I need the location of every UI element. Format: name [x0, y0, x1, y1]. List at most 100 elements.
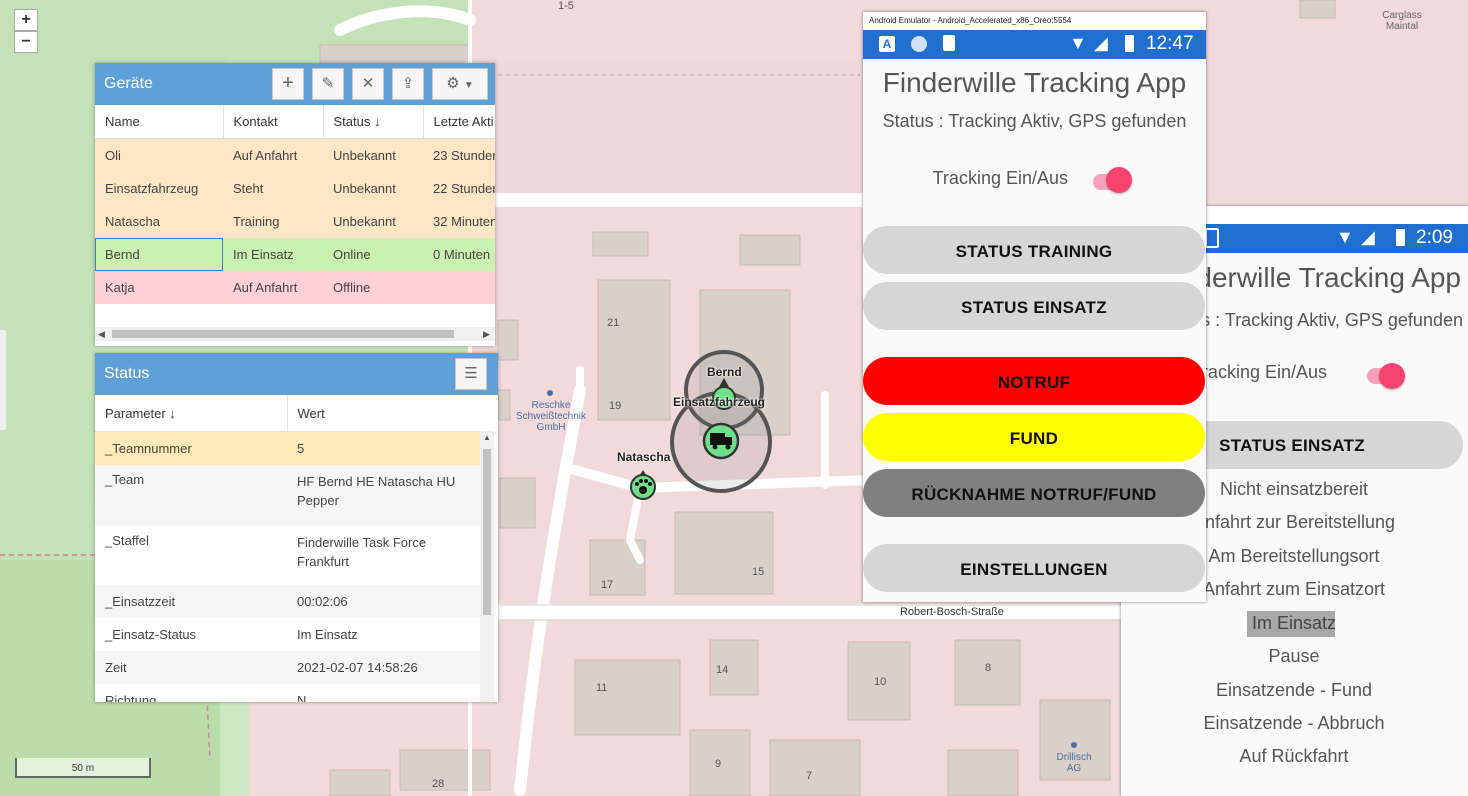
scroll-thumb[interactable] — [483, 449, 491, 615]
cell-letzte: 0 Minuten — [433, 247, 491, 262]
caret-down-icon: ▼ — [463, 80, 474, 91]
signal-icon: ◢ — [1094, 33, 1108, 53]
table-row-selected[interactable]: Bernd Im Einsatz Online 0 Minuten — [95, 238, 495, 271]
table-row[interactable]: Oli Auf Anfahrt Unbekannt 23 Stunden — [95, 138, 495, 172]
marker-label-einsatzfahrzeug[interactable]: Einsatzfahrzeug — [673, 395, 765, 409]
scroll-thumb[interactable] — [112, 330, 454, 338]
cell-wert: N — [297, 693, 307, 702]
keyboard-icon: A — [879, 36, 895, 52]
devices-horizontal-scrollbar[interactable]: ◀ ▶ — [95, 327, 495, 341]
column-header-parameter[interactable]: Parameter ↓ — [95, 395, 288, 432]
map-house-number: 7 — [806, 770, 813, 782]
scroll-left-icon[interactable]: ◀ — [98, 327, 105, 341]
status-table: Parameter ↓ Wert _Teamnummer 5 _Team HF Be… — [95, 395, 480, 702]
column-header-status[interactable]: Status ↓ — [323, 105, 424, 139]
table-row[interactable]: Katja Auf Anfahrt Offline — [95, 271, 495, 304]
cell-name: Katja — [105, 280, 135, 295]
scroll-right-icon[interactable]: ▶ — [483, 327, 490, 341]
column-header-kontakt[interactable]: Kontakt — [223, 105, 324, 139]
map-house-number: 17 — [601, 579, 614, 591]
option-auf-rueckfahrt[interactable]: Auf Rückfahrt — [1121, 746, 1467, 767]
poi-dot-icon — [547, 390, 553, 396]
cell-parameter: _Einsatz-Status — [105, 627, 197, 642]
cell-letzte: 22 Stunden — [433, 181, 495, 196]
cell-kontakt: Steht — [233, 181, 264, 196]
table-row[interactable]: _Einsatzzeit 00:02:06 — [95, 585, 480, 618]
cell-wert: HF Bernd HE Natascha HU Pepper — [297, 474, 456, 508]
android-emulator-1: Android Emulator - Android_Accelerated_x… — [863, 12, 1206, 602]
upload-button[interactable]: ⇪ — [392, 68, 424, 100]
zoom-out-button[interactable]: − — [14, 31, 38, 53]
column-header-wert[interactable]: Wert — [287, 395, 480, 432]
cell-parameter: _Staffel — [105, 533, 149, 548]
table-row[interactable]: _Einsatz-Status Im Einsatz — [95, 618, 480, 651]
column-header-name[interactable]: Name — [95, 105, 224, 139]
map-house-number: 15 — [752, 566, 765, 578]
cell-status: Unbekannt — [333, 214, 396, 229]
wifi-icon: ▼ — [1069, 33, 1087, 53]
table-row[interactable]: Einsatzfahrzeug Steht Unbekannt 22 Stunden — [95, 172, 495, 205]
option-pause[interactable]: Pause — [1121, 646, 1467, 667]
settings-dropdown-button[interactable]: ⚙ ▼ — [432, 68, 488, 100]
cell-letzte: 23 Stunden — [433, 148, 495, 163]
cell-kontakt: Auf Anfahrt — [233, 148, 298, 163]
devices-panel: Geräte + ✎ ✕ ⇪ ⚙ ▼ Name Kontakt Status ↓… — [95, 63, 495, 346]
devices-panel-header: Geräte + ✎ ✕ ⇪ ⚙ ▼ — [95, 63, 495, 105]
status-einsatz-button[interactable]: STATUS EINSATZ — [863, 282, 1205, 330]
clock: 2:09 — [1416, 227, 1453, 248]
marker-label-bernd[interactable]: Bernd — [707, 365, 742, 379]
sd-card-icon — [943, 35, 955, 51]
marker-label-natascha[interactable]: Natascha — [617, 450, 670, 464]
option-einsatzende-abbruch[interactable]: Einsatzende - Abbruch — [1121, 713, 1467, 734]
status-panel-header: Status ☰ — [95, 353, 498, 395]
add-device-button[interactable]: + — [272, 68, 304, 100]
scroll-up-icon[interactable]: ▲ — [483, 433, 491, 442]
einstellungen-button[interactable]: EINSTELLUNGEN — [863, 544, 1205, 592]
sync-icon — [911, 36, 927, 52]
cell-status: Online — [333, 247, 371, 262]
wifi-icon: ▼ — [1336, 227, 1354, 247]
cell-parameter: Zeit — [105, 660, 127, 675]
list-view-button[interactable]: ☰ — [455, 358, 487, 390]
zoom-in-button[interactable]: + — [14, 9, 38, 31]
table-row[interactable]: _Team HF Bernd HE Natascha HU Pepper — [95, 465, 480, 525]
clock: 12:47 — [1146, 33, 1194, 54]
cell-parameter: Richtung — [105, 693, 157, 702]
cell-wert: Im Einsatz — [297, 627, 358, 642]
table-row[interactable]: _Teamnummer 5 — [95, 431, 480, 465]
cell-parameter: _Teamnummer — [105, 441, 192, 456]
cell-wert: 2021-02-07 14:58:26 — [297, 660, 418, 675]
cell-kontakt: Auf Anfahrt — [233, 280, 298, 295]
cell-status: Unbekannt — [333, 181, 396, 196]
table-row[interactable]: Natascha Training Unbekannt 32 Minuten — [95, 205, 495, 238]
street-label: Robert-Bosch-Straße — [900, 606, 1004, 618]
map-house-number: 9 — [715, 758, 722, 770]
map-house-number: 21 — [607, 317, 620, 329]
status-panel: Status ☰ Parameter ↓ Wert _Teamnummer 5 _… — [95, 353, 498, 702]
status-vertical-scrollbar[interactable]: ▲ — [480, 431, 494, 702]
battery-icon — [1396, 229, 1405, 246]
app-status-text: Status : Tracking Aktiv, GPS gefunden — [882, 111, 1187, 131]
cell-name: Natascha — [105, 214, 160, 229]
column-header-letzte-aktivitaet[interactable]: Letzte Akti — [423, 105, 495, 139]
table-row[interactable]: Zeit 2021-02-07 14:58:26 — [95, 651, 480, 684]
ruecknahme-button[interactable]: RÜCKNAHME NOTRUF/FUND — [863, 469, 1205, 517]
delete-device-button[interactable]: ✕ — [352, 68, 384, 100]
edit-device-button[interactable]: ✎ — [312, 68, 344, 100]
map-house-number: 19 — [609, 400, 622, 412]
cell-name: Bernd — [95, 238, 223, 271]
cell-status: Unbekannt — [333, 148, 396, 163]
battery-icon — [1125, 35, 1134, 52]
tracking-toggle-knob[interactable] — [1379, 363, 1405, 389]
fund-button[interactable]: FUND — [863, 413, 1205, 461]
option-einsatzende-fund[interactable]: Einsatzende - Fund — [1121, 680, 1467, 701]
cell-name: Einsatzfahrzeug — [105, 181, 199, 196]
table-row[interactable]: _Staffel Finderwille Task Force Frankfurt — [95, 524, 480, 585]
tracking-toggle-label: Tracking Ein/Aus — [932, 168, 1068, 188]
devices-table: Name Kontakt Status ↓ Letzte Akti Oli Auf… — [95, 105, 495, 304]
tracking-toggle-knob[interactable] — [1106, 167, 1132, 193]
option-im-einsatz-selected[interactable]: Im Einsatz — [1121, 613, 1467, 634]
status-training-button[interactable]: STATUS TRAINING — [863, 226, 1205, 274]
notruf-button[interactable]: NOTRUF — [863, 357, 1205, 405]
table-row[interactable]: Richtung N — [95, 684, 480, 702]
